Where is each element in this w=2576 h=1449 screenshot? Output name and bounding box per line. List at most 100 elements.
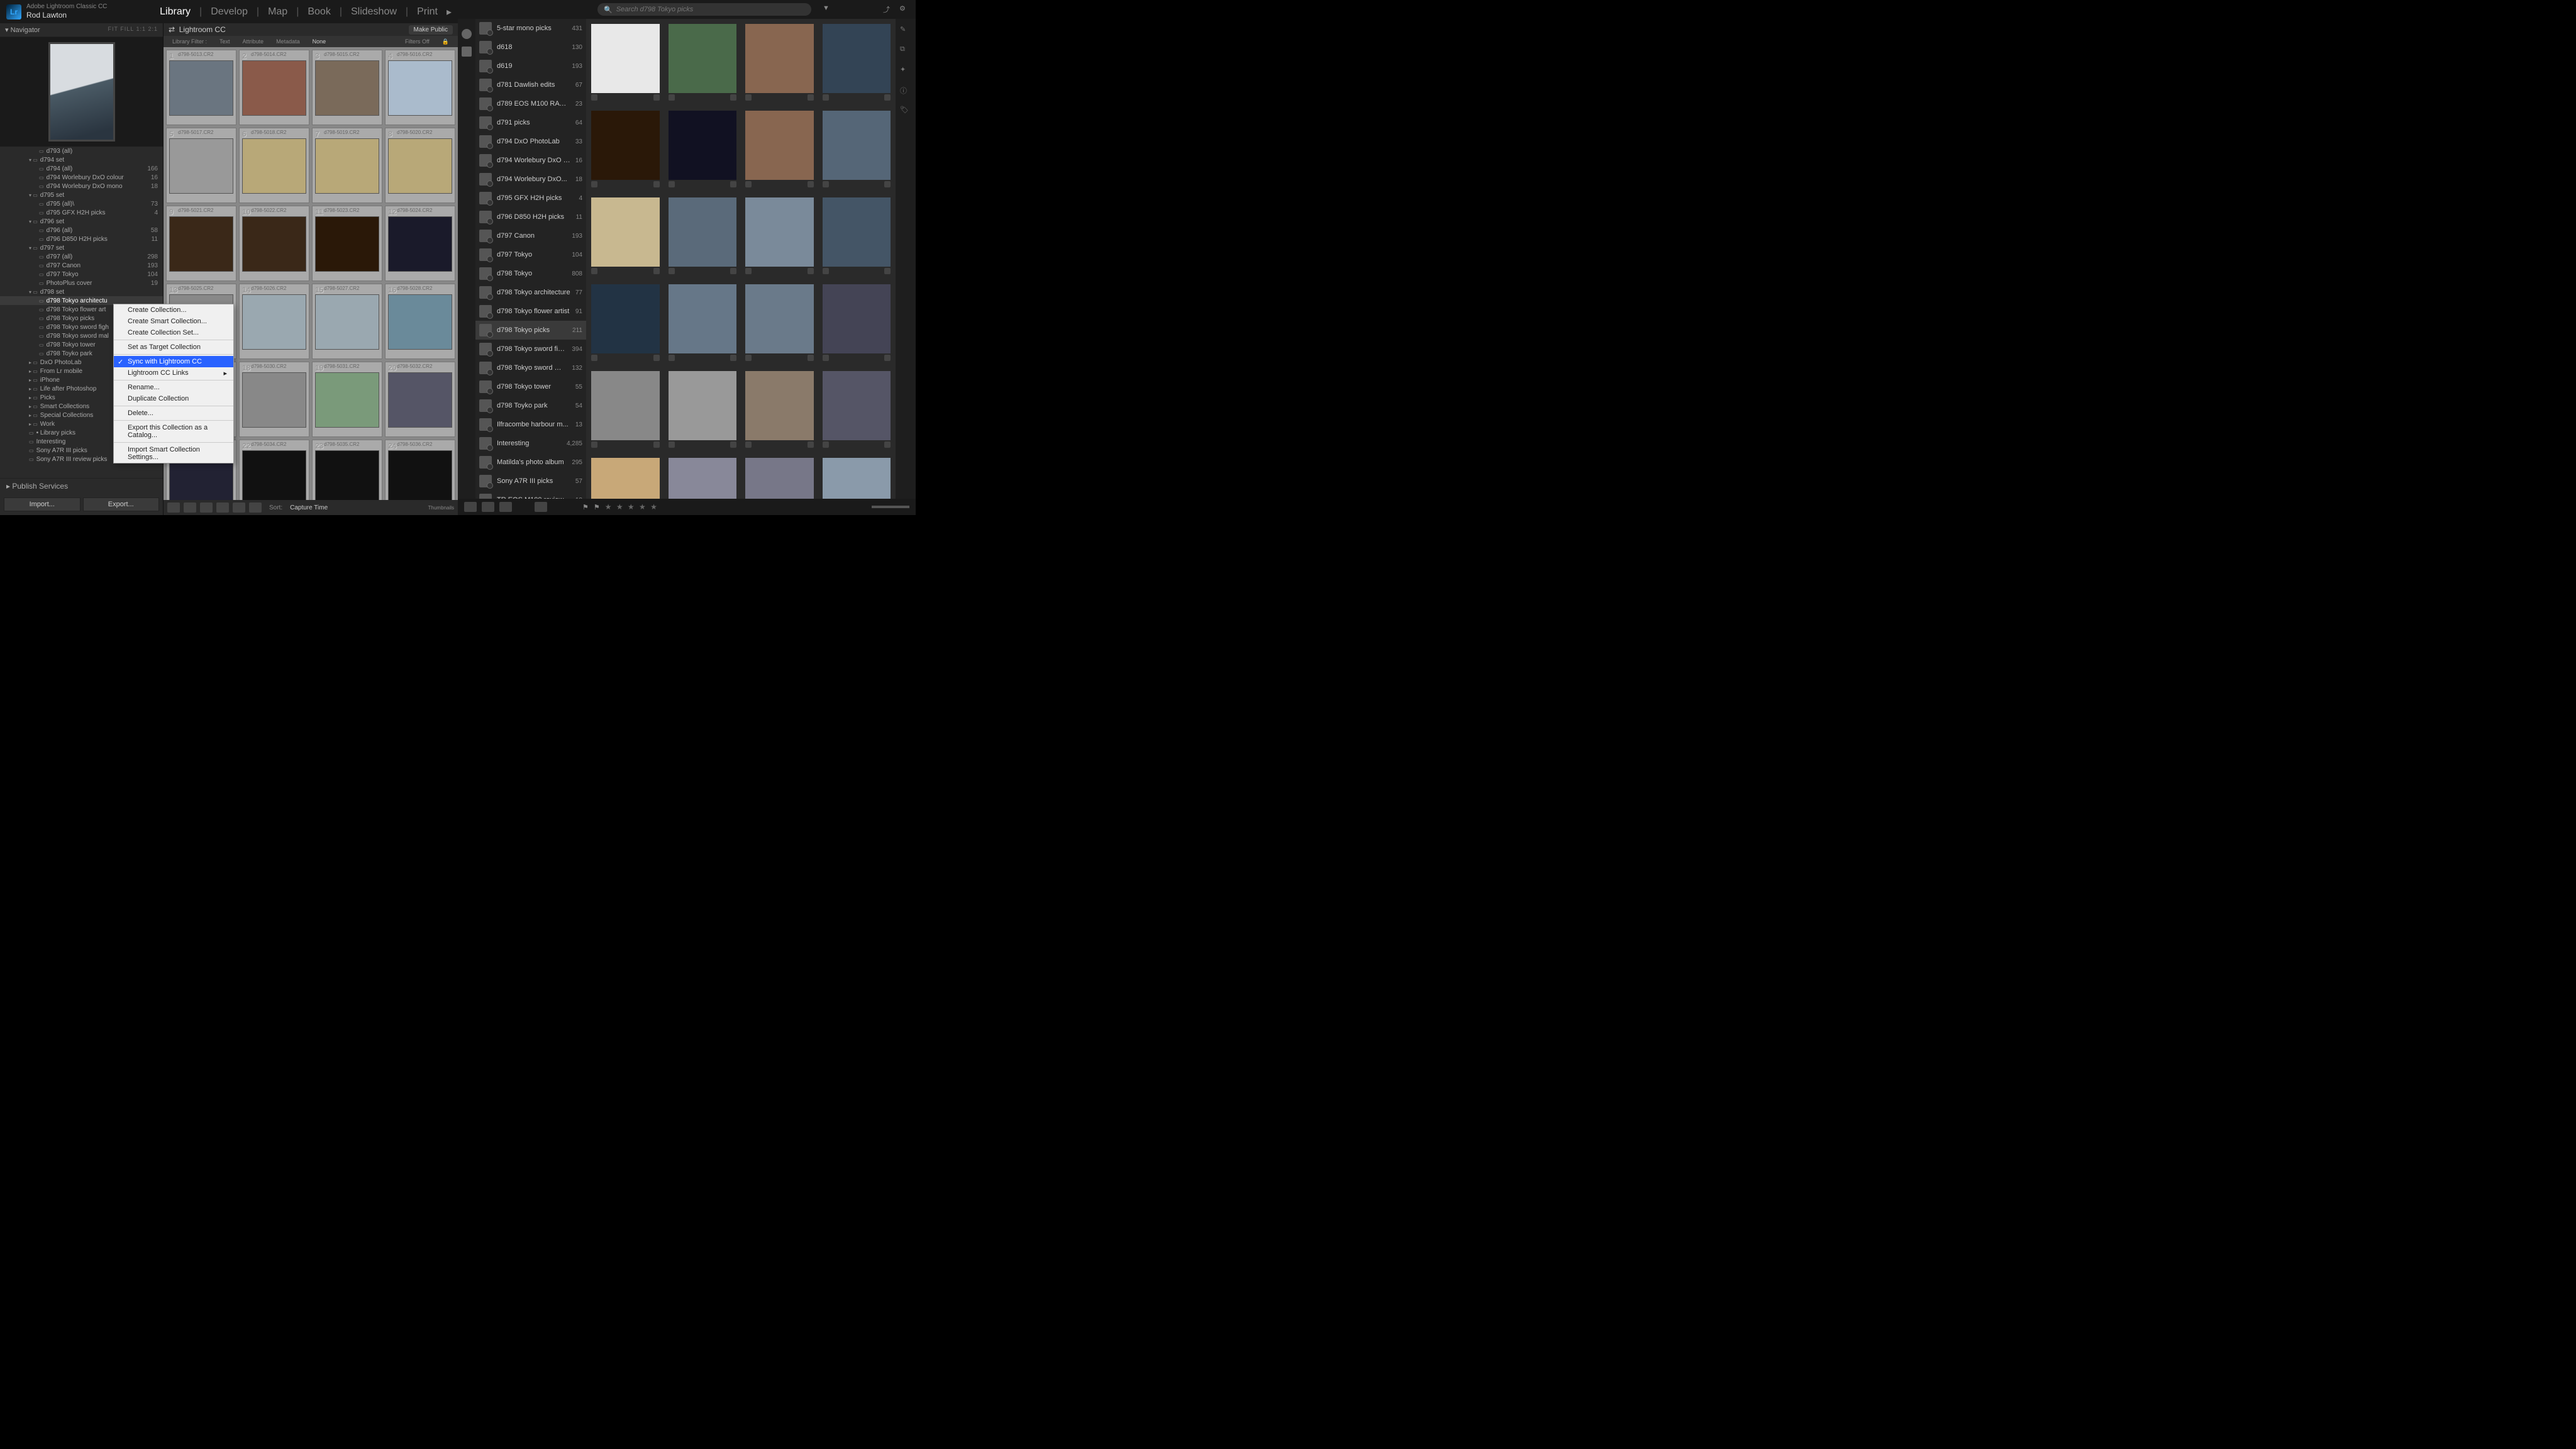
cc-thumbnail-cell[interactable] <box>591 458 660 499</box>
crop-icon[interactable]: ⧉ <box>900 45 911 57</box>
context-menu-item[interactable]: Import Smart Collection Settings... <box>114 444 233 463</box>
flag-icon[interactable] <box>591 441 597 448</box>
flag-icon[interactable] <box>745 94 752 101</box>
navigator-preview[interactable] <box>0 37 163 147</box>
filter-lock-icon[interactable]: 🔒 <box>438 37 453 47</box>
cc-thumbnail-cell[interactable] <box>745 197 814 275</box>
collection-row[interactable]: ▭d797 Tokyo104 <box>0 270 163 279</box>
collection-context-menu[interactable]: Create Collection...Create Smart Collect… <box>113 304 234 464</box>
thumbnail-cell[interactable]: 16d798-5028.CR2 <box>385 284 455 359</box>
settings-icon[interactable]: ⚙ <box>899 4 909 14</box>
cc-search-field[interactable]: 🔍 <box>597 3 811 16</box>
collection-row[interactable]: ▾ ▭d798 set <box>0 287 163 296</box>
filter-text[interactable]: Text <box>216 37 234 46</box>
cc-thumbnail-cell[interactable] <box>591 284 660 362</box>
import-button[interactable]: Import... <box>4 497 80 511</box>
collection-row[interactable]: ▾ ▭d795 set <box>0 191 163 199</box>
flag-icon[interactable] <box>823 441 829 448</box>
loupe-view-icon[interactable] <box>184 502 196 513</box>
flag-icon[interactable] <box>669 268 675 274</box>
cc-album-row[interactable]: TR EOS M100 review10 <box>475 491 586 499</box>
cc-thumbnail-cell[interactable] <box>823 371 891 449</box>
thumbnail-cell[interactable]: 2d798-5014.CR2 <box>239 50 309 125</box>
thumbnail-cell[interactable]: 7d798-5019.CR2 <box>312 128 382 203</box>
cc-album-row[interactable]: d794 DxO PhotoLab33 <box>475 132 586 151</box>
collection-row[interactable]: ▭d795 GFX H2H picks4 <box>0 208 163 217</box>
context-menu-item[interactable]: Create Collection Set... <box>114 327 233 338</box>
cc-album-row[interactable]: d796 D850 H2H picks11 <box>475 208 586 226</box>
cc-album-row[interactable]: d798 Tokyo808 <box>475 264 586 283</box>
flag-icon[interactable] <box>745 181 752 187</box>
eyedropper-icon[interactable]: ✦ <box>900 65 911 77</box>
export-button[interactable]: Export... <box>83 497 160 511</box>
cc-album-row[interactable]: d798 Tokyo sword maker132 <box>475 358 586 377</box>
tab-slideshow[interactable]: Slideshow <box>351 6 397 18</box>
thumbnail-cell[interactable]: 14d798-5026.CR2 <box>239 284 309 359</box>
context-menu-item[interactable]: Set as Target Collection <box>114 341 233 353</box>
tab-develop[interactable]: Develop <box>211 6 248 18</box>
publish-services-header[interactable]: ▸ Publish Services <box>0 478 163 494</box>
cc-thumbnail-cell[interactable] <box>745 111 814 189</box>
cc-album-row[interactable]: d797 Canon193 <box>475 226 586 245</box>
cc-album-row[interactable]: d794 Worlebury DxO...18 <box>475 170 586 189</box>
flag-icon[interactable] <box>823 181 829 187</box>
flag-pick-icon[interactable]: ⚑ <box>582 503 589 511</box>
cc-album-row[interactable]: d798 Toyko park54 <box>475 396 586 415</box>
thumbnail-cell[interactable]: 12d798-5024.CR2 <box>385 206 455 281</box>
thumbnail-cell[interactable]: 9d798-5021.CR2 <box>166 206 236 281</box>
navigator-zoom-presets[interactable]: FIT FILL 1:1 2:1 <box>108 26 158 34</box>
info-icon[interactable]: ⓘ <box>900 86 911 97</box>
collection-row[interactable]: ▭d793 (all) <box>0 147 163 155</box>
cc-thumbnail-cell[interactable] <box>823 24 891 102</box>
cc-thumbnail-cell[interactable] <box>823 284 891 362</box>
cc-thumbnail-cell[interactable] <box>591 24 660 102</box>
search-input[interactable] <box>616 6 805 13</box>
cc-thumbnail-cell[interactable] <box>745 371 814 449</box>
cc-album-row[interactable]: 5-star mono picks431 <box>475 19 586 38</box>
cc-album-row[interactable]: Ilfracombe harbour m...13 <box>475 415 586 434</box>
cc-thumbnail-cell[interactable] <box>823 111 891 189</box>
collection-row[interactable]: ▾ ▭d797 set <box>0 243 163 252</box>
thumbnail-cell[interactable]: 18d798-5030.CR2 <box>239 362 309 437</box>
cc-album-row[interactable]: d791 picks64 <box>475 113 586 132</box>
filter-attribute[interactable]: Attribute <box>239 37 268 46</box>
cc-album-row[interactable]: d789 EOS M100 RAW p...23 <box>475 94 586 113</box>
flag-icon[interactable] <box>745 268 752 274</box>
collection-row[interactable]: ▭PhotoPlus cover19 <box>0 279 163 287</box>
cc-album-row[interactable]: d795 GFX H2H picks4 <box>475 189 586 208</box>
flag-icon[interactable] <box>591 268 597 274</box>
cc-thumbnail-cell[interactable] <box>745 458 814 499</box>
edit-icon[interactable]: ✎ <box>900 25 911 36</box>
thumbnail-cell[interactable]: 5d798-5017.CR2 <box>166 128 236 203</box>
thumbnail-cell[interactable]: 22d798-5034.CR2 <box>239 440 309 500</box>
flag-icon[interactable] <box>591 355 597 361</box>
cc-detail-icon[interactable] <box>499 502 512 512</box>
collection-row[interactable]: ▭d794 Worlebury DxO colour16 <box>0 173 163 182</box>
rating-stars[interactable]: ★ ★ ★ ★ ★ <box>605 502 658 511</box>
collection-row[interactable]: ▭d796 (all)58 <box>0 226 163 235</box>
flag-reject-icon[interactable]: ⚑ <box>594 503 600 511</box>
cc-thumbnail-cell[interactable] <box>591 197 660 275</box>
cc-grid-area[interactable] <box>586 19 896 499</box>
thumbnail-cell[interactable]: 10d798-5022.CR2 <box>239 206 309 281</box>
painter-icon[interactable] <box>249 502 262 513</box>
thumbnail-cell[interactable]: 6d798-5018.CR2 <box>239 128 309 203</box>
cc-thumbnail-cell[interactable] <box>745 24 814 102</box>
cc-grid-icon[interactable] <box>464 502 477 512</box>
flag-icon[interactable] <box>591 181 597 187</box>
thumbnail-cell[interactable]: 20d798-5032.CR2 <box>385 362 455 437</box>
people-view-icon[interactable] <box>233 502 245 513</box>
cc-album-row[interactable]: d619193 <box>475 57 586 75</box>
cc-thumbnail-cell[interactable] <box>669 458 737 499</box>
make-public-button[interactable]: Make Public <box>409 25 453 35</box>
cc-album-list[interactable]: 5-star mono picks431d618130d619193d781 D… <box>475 19 586 499</box>
context-menu-item[interactable]: Sync with Lightroom CC <box>114 356 233 367</box>
cc-thumbnail-cell[interactable] <box>669 284 737 362</box>
collection-row[interactable]: ▭d794 Worlebury DxO mono18 <box>0 182 163 191</box>
cc-album-row[interactable]: d798 Tokyo sword figh...394 <box>475 340 586 358</box>
cc-album-row[interactable]: d781 Dawlish edits67 <box>475 75 586 94</box>
collection-row[interactable]: ▭d797 (all)298 <box>0 252 163 261</box>
context-menu-item[interactable]: Create Smart Collection... <box>114 316 233 327</box>
cc-thumbnail-cell[interactable] <box>591 111 660 189</box>
collection-row[interactable]: ▭d797 Canon193 <box>0 261 163 270</box>
